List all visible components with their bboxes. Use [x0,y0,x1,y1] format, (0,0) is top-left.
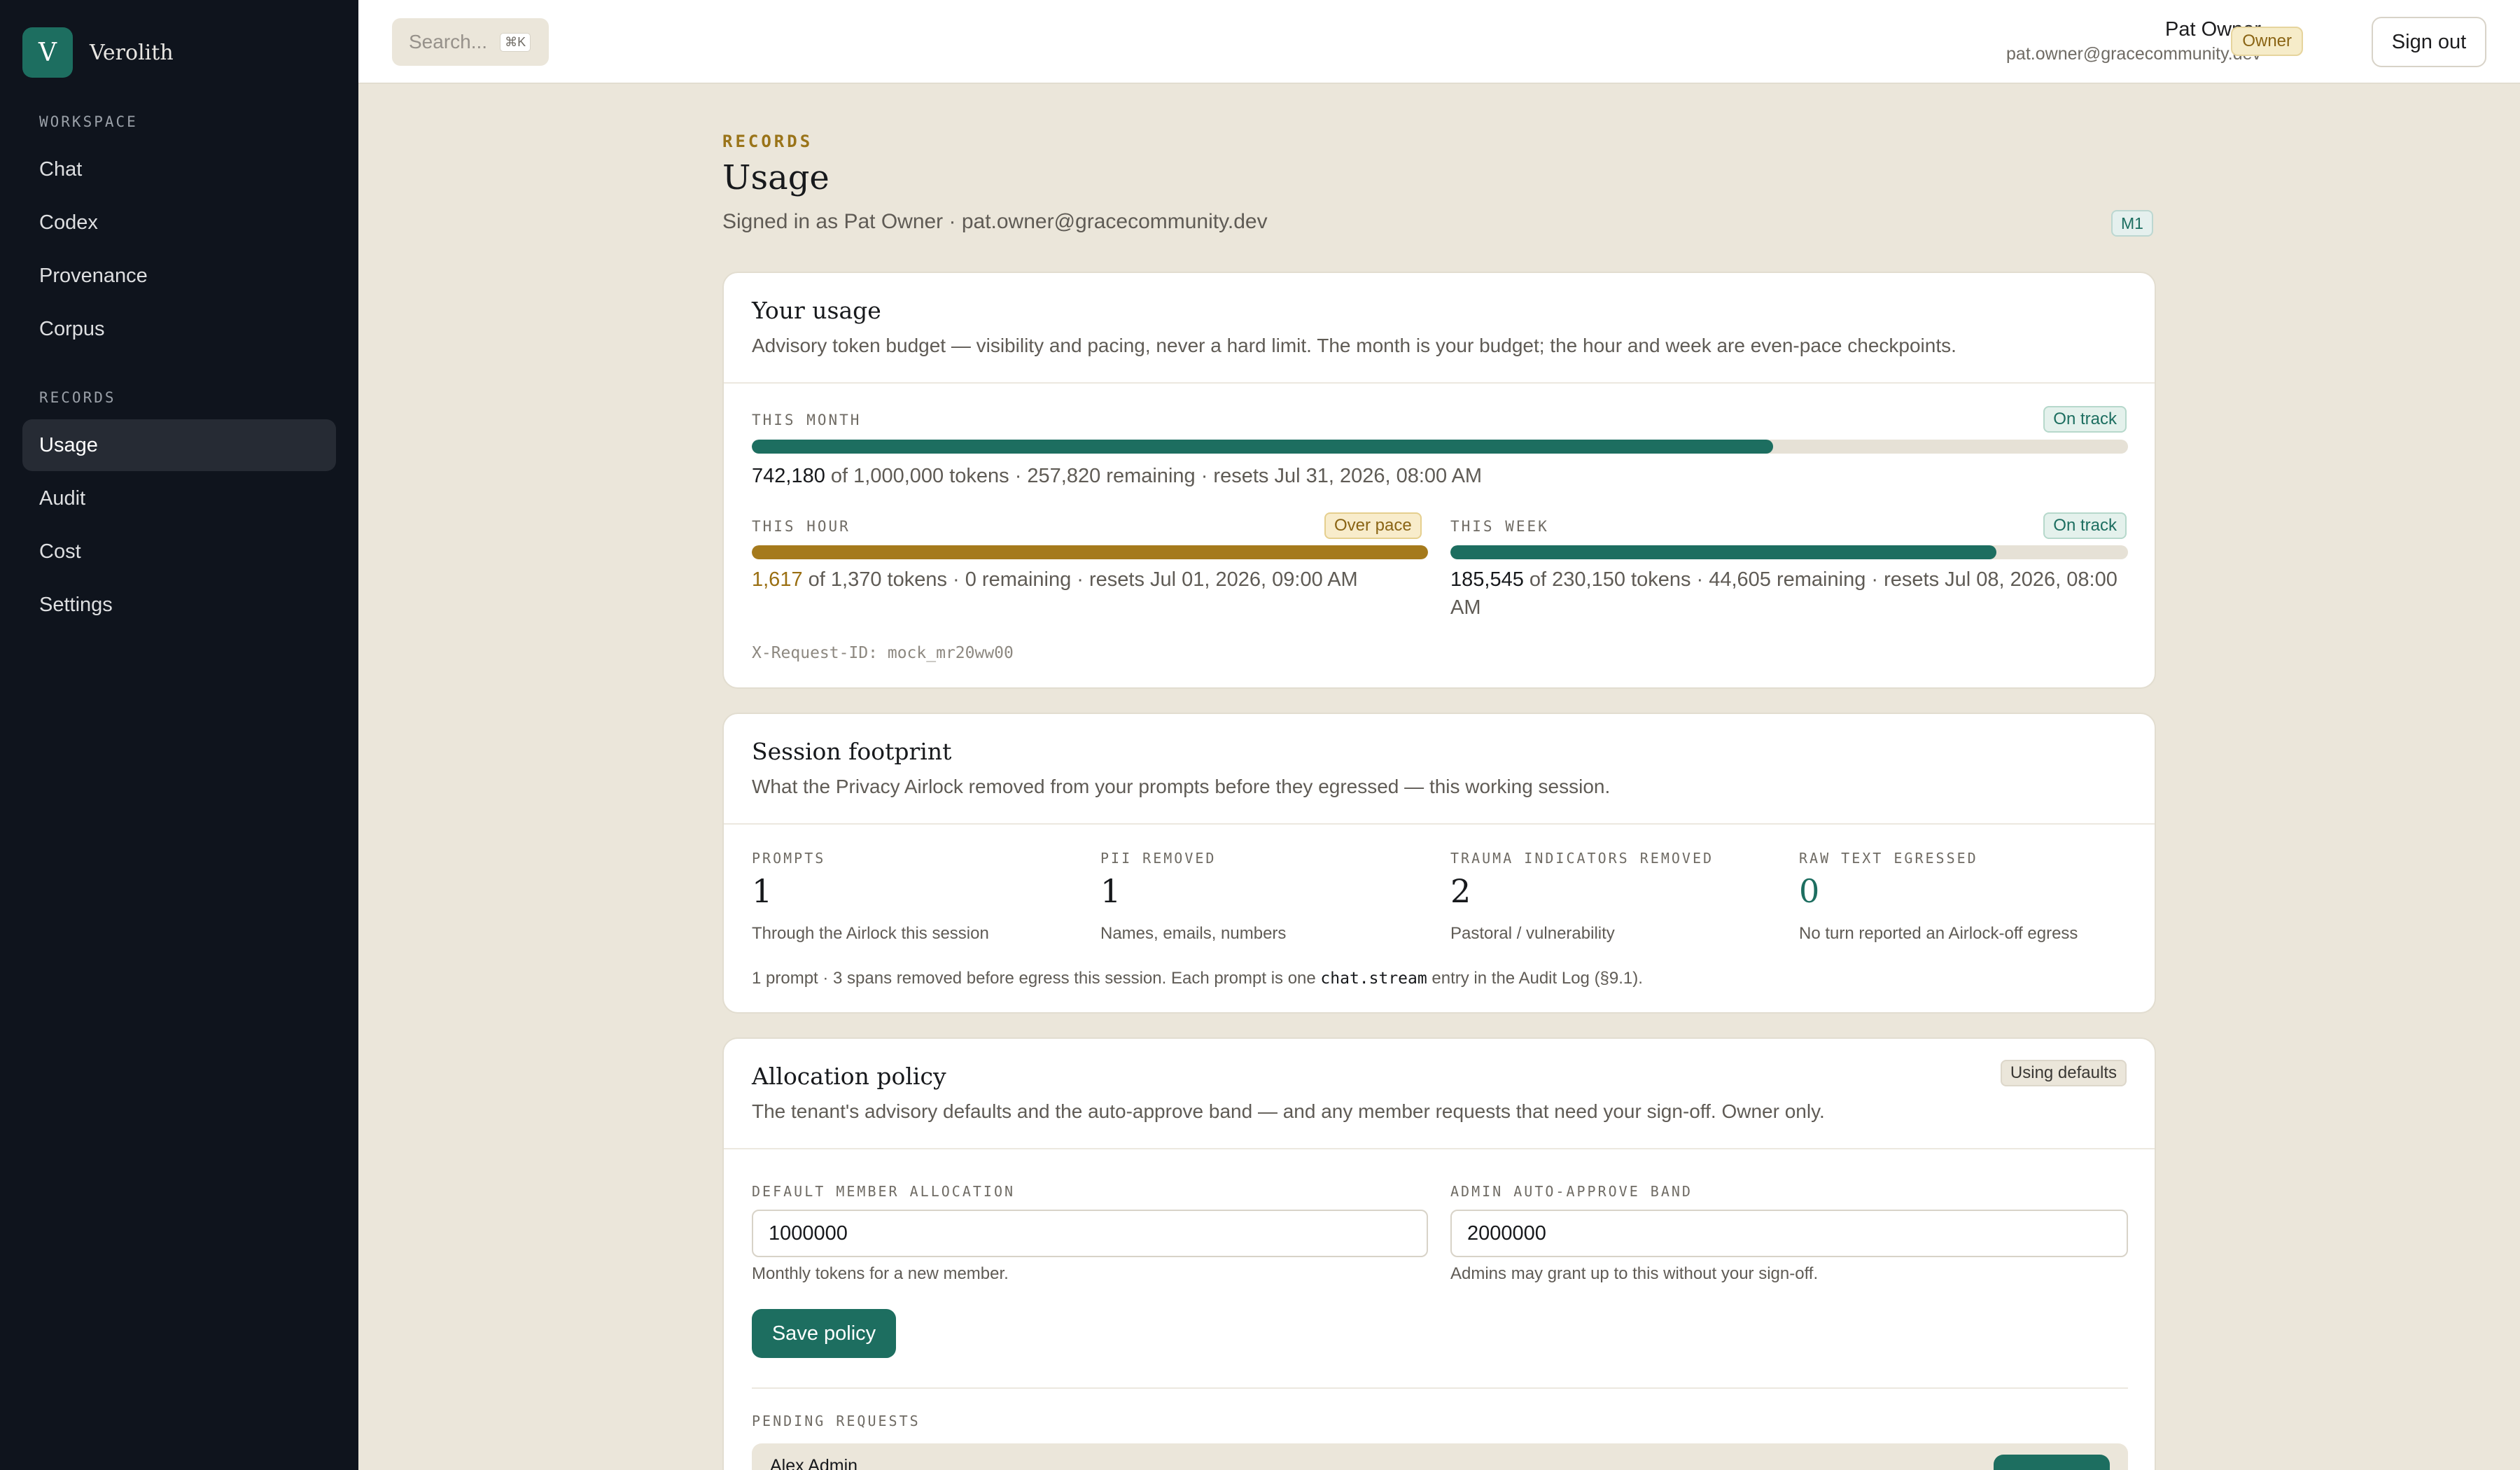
auto-approve-help: Admins may grant up to this without your… [1450,1264,1819,1283]
month-used-value: 742,180 [752,465,825,487]
allocation-policy-card: Allocation policy Using defaults The ten… [722,1037,2156,1470]
search-placeholder: Search... [409,31,488,52]
role-badge: Owner [2231,27,2303,56]
sidebar-item-provenance[interactable]: Provenance [22,250,336,302]
usage-card: Your usage Advisory token budget — visib… [722,272,2156,689]
session-footnote: 1 prompt · 3 spans removed before egress… [752,969,1643,988]
month-usage-text: 742,180 of 1,000,000 tokens · 257,820 re… [752,462,1482,490]
user-name: Pat Owner [2165,18,2261,41]
request-id: X-Request-ID: mock_mr20ww00 [752,644,1014,662]
stat-trauma-value: 2 [1450,872,1471,910]
brand-logo: V [22,27,73,78]
hour-usage-detail: of 1,370 tokens · 0 remaining · resets J… [802,568,1358,591]
nav-section-workspace: WORKSPACE [39,113,138,130]
user-info: Pat Owner pat.owner@gracecommunity.dev [2006,18,2261,64]
brand[interactable]: V Verolith [22,27,174,78]
footnote-text-end: entry in the Audit Log (§9.1). [1427,969,1643,988]
default-allocation-label: DEFAULT MEMBER ALLOCATION [752,1183,1016,1200]
month-progress-fill [752,440,1773,454]
stat-pii-label: PII REMOVED [1100,850,1217,867]
divider [724,823,2155,825]
sidebar-item-cost[interactable]: Cost [22,526,336,578]
auto-approve-input[interactable] [1450,1210,2128,1257]
hour-usage-text: 1,617 of 1,370 tokens · 0 remaining · re… [752,566,1428,594]
stat-prompts-label: PROMPTS [752,850,826,867]
stat-raw-egress-value: 0 [1799,872,1820,910]
stat-trauma-label: TRAUMA INDICATORS REMOVED [1450,850,1714,867]
sidebar-item-chat[interactable]: Chat [22,144,336,195]
session-card-title: Session footprint [752,738,952,765]
pending-request-action-button[interactable] [1994,1455,2110,1470]
policy-status-badge: Using defaults [2000,1060,2127,1086]
default-allocation-input[interactable] [752,1210,1428,1257]
sidebar-item-codex[interactable]: Codex [22,197,336,248]
week-status-badge: On track [2043,512,2127,539]
week-progress-track [1450,545,2128,559]
month-label: THIS MONTH [752,412,862,428]
sidebar-item-corpus[interactable]: Corpus [22,303,336,355]
sidebar-item-usage[interactable]: Usage [22,419,336,471]
sidebar: V Verolith WORKSPACE Chat Codex Provenan… [0,0,358,1470]
stat-raw-egress-label: RAW TEXT EGRESSED [1799,850,1978,867]
week-progress-fill [1450,545,1997,559]
page-title: Usage [722,158,830,197]
session-footprint-card: Session footprint What the Privacy Airlo… [722,713,2156,1014]
usage-card-title: Your usage [752,297,881,324]
month-status-badge: On track [2043,406,2127,433]
session-card-description: What the Privacy Airlock removed from yo… [752,776,1611,797]
week-label: THIS WEEK [1450,518,1549,535]
pending-request-name: Alex Admin [770,1456,858,1470]
nav-section-records: RECORDS [39,389,116,406]
pending-requests-label: PENDING REQUESTS [752,1413,920,1429]
hour-status-badge: Over pace [1324,512,1422,539]
hour-progress-fill [752,545,1428,559]
search-input[interactable]: Search... ⌘K [392,18,549,66]
brand-name: Verolith [90,40,174,65]
stat-pii-value: 1 [1100,872,1121,910]
hour-progress-track [752,545,1428,559]
default-allocation-help: Monthly tokens for a new member. [752,1264,1009,1283]
week-usage-detail: of 230,150 tokens · 44,605 remaining · r… [1450,568,2118,619]
sidebar-item-audit[interactable]: Audit [22,472,336,524]
footnote-text: 1 prompt · 3 spans removed before egress… [752,969,1321,988]
save-policy-button[interactable]: Save policy [752,1309,896,1358]
footnote-code: chat.stream [1320,969,1427,988]
pending-request-row: Alex Admin [752,1443,2128,1470]
stat-raw-egress-sub: No turn reported an Airlock-off egress [1799,924,2078,943]
stat-prompts-sub: Through the Airlock this session [752,924,989,943]
month-progress-track [752,440,2128,454]
auto-approve-label: ADMIN AUTO-APPROVE BAND [1450,1183,1693,1200]
stat-prompts-value: 1 [752,872,773,910]
divider [752,1387,2128,1389]
milestone-badge: M1 [2111,210,2153,237]
stat-trauma-sub: Pastoral / vulnerability [1450,924,1615,943]
sidebar-item-settings[interactable]: Settings [22,579,336,631]
stat-pii-sub: Names, emails, numbers [1100,924,1287,943]
user-email: pat.owner@gracecommunity.dev [2006,44,2261,64]
policy-card-title: Allocation policy [752,1063,946,1090]
sign-out-button[interactable]: Sign out [2372,17,2486,67]
divider [724,1148,2155,1149]
month-usage-detail: of 1,000,000 tokens · 257,820 remaining … [825,465,1483,487]
week-usage-text: 185,545 of 230,150 tokens · 44,605 remai… [1450,566,2128,622]
divider [724,382,2155,384]
signed-in-text: Signed in as Pat Owner · pat.owner@grace… [722,210,1268,233]
hour-used-value: 1,617 [752,568,803,591]
hour-label: THIS HOUR [752,518,850,535]
search-shortcut-hint: ⌘K [500,32,531,52]
policy-card-description: The tenant's advisory defaults and the a… [752,1100,1825,1122]
page-eyebrow: RECORDS [722,132,813,151]
week-used-value: 185,545 [1450,568,1524,591]
usage-card-description: Advisory token budget — visibility and p… [752,335,1956,356]
topbar: Search... ⌘K Pat Owner pat.owner@graceco… [358,0,2520,84]
